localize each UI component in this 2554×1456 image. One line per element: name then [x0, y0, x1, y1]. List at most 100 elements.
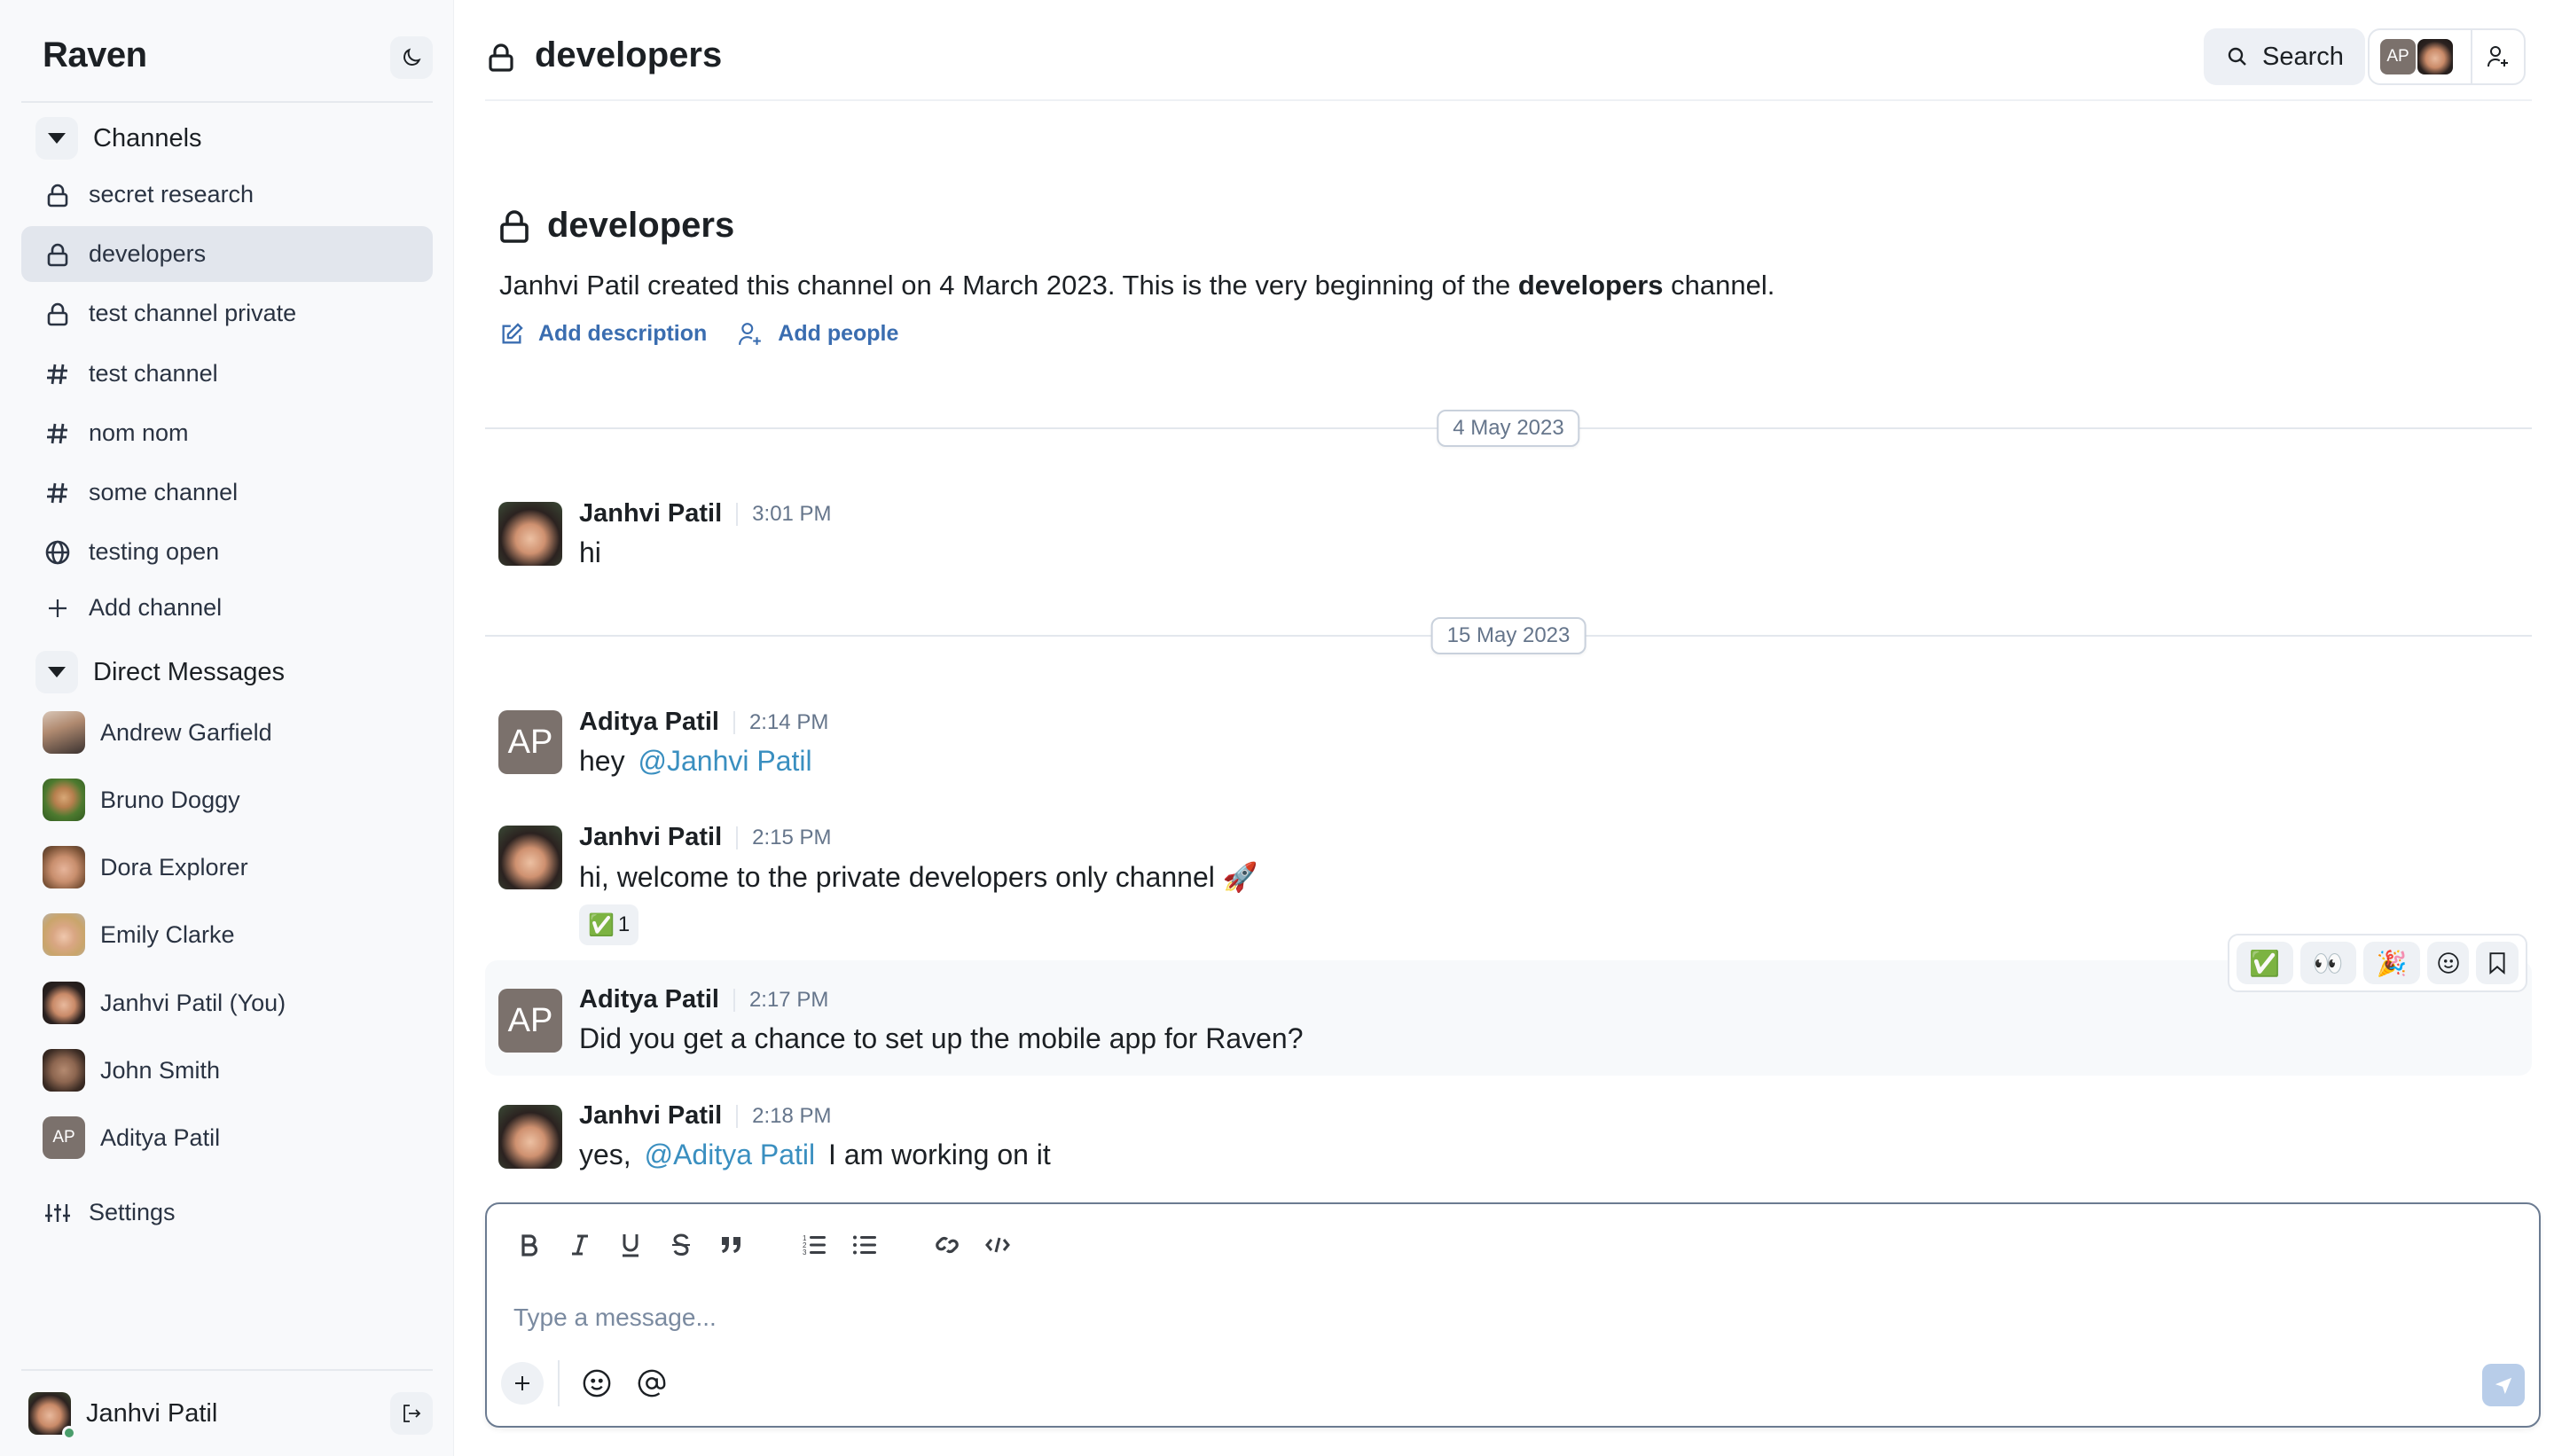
message-composer: 123 [485, 1202, 2541, 1428]
formatting-toolbar: 123 [512, 1227, 1030, 1263]
bold-button[interactable] [512, 1227, 547, 1263]
user-mention[interactable]: @Janhvi Patil [638, 745, 811, 777]
settings-label: Settings [89, 1199, 176, 1225]
message-text: Did you get a chance to set up the mobil… [579, 1022, 1304, 1054]
ordered-list-button[interactable]: 123 [796, 1227, 832, 1263]
send-icon [2495, 1377, 2512, 1395]
sender-name[interactable]: Janhvi Patil [579, 1101, 722, 1131]
sidebar-channel-some-channel[interactable]: some channel [21, 465, 433, 521]
globe-icon [44, 539, 71, 566]
sender-avatar[interactable] [498, 1105, 562, 1169]
date-label: 15 May 2023 [1430, 617, 1586, 654]
channels-section-header[interactable]: Channels [35, 117, 202, 160]
sender-name[interactable]: Janhvi Patil [579, 823, 722, 852]
strikethrough-button[interactable] [663, 1227, 699, 1263]
search-button[interactable]: Search [2204, 28, 2365, 85]
theme-toggle-button[interactable] [390, 36, 433, 79]
add-people-button[interactable]: Add people [737, 321, 898, 347]
dm-collapse-button[interactable] [35, 651, 78, 693]
underline-button[interactable] [613, 1227, 648, 1263]
channels-collapse-button[interactable] [35, 117, 78, 160]
bookmark-button[interactable] [2476, 942, 2519, 984]
sidebar-dm-andrew-garfield[interactable]: Andrew Garfield [43, 711, 272, 754]
sidebar-channel-testing-open[interactable]: testing open [21, 524, 433, 580]
sidebar-channel-developers[interactable]: developers [21, 226, 433, 282]
sidebar-channel-nom-nom[interactable]: nom nom [21, 405, 433, 461]
caret-down-icon [48, 667, 66, 677]
message-text: hi [579, 536, 601, 568]
app-title: Raven [43, 35, 147, 74]
logout-button[interactable] [390, 1392, 433, 1435]
current-user-avatar[interactable] [28, 1392, 76, 1440]
date-divider: 15 May 2023 [485, 617, 2532, 654]
search-icon [2228, 47, 2246, 66]
attach-button[interactable] [501, 1362, 544, 1405]
sidebar-dm-janhvi-patil[interactable]: Janhvi Patil (You) [43, 982, 286, 1024]
sender-avatar[interactable]: AP [498, 710, 562, 774]
dm-header-label: Direct Messages [93, 657, 285, 686]
svg-text:3: 3 [803, 1249, 807, 1256]
code-button[interactable] [980, 1227, 1015, 1263]
lock-icon [44, 182, 71, 208]
add-member-button[interactable] [2472, 30, 2524, 83]
sidebar-channel-secret-research[interactable]: secret research [21, 167, 433, 223]
message-input[interactable] [513, 1303, 2464, 1332]
sender-avatar[interactable] [498, 502, 562, 566]
message-header: Aditya Patil 2:14 PM [579, 708, 828, 737]
reaction-chip[interactable]: ✅ 1 [579, 904, 639, 945]
avatar [43, 779, 85, 821]
moon-icon [403, 48, 421, 66]
sender-name[interactable]: Janhvi Patil [579, 499, 722, 528]
settings-link[interactable]: Settings [21, 1185, 433, 1241]
sidebar-dm-aditya-patil[interactable]: AP Aditya Patil [43, 1116, 220, 1159]
dm-label: Andrew Garfield [100, 718, 272, 746]
add-description-button[interactable]: Add description [499, 321, 707, 347]
quote-button[interactable] [714, 1227, 749, 1263]
intro-channel-name: developers [547, 206, 735, 245]
sidebar-divider [21, 101, 433, 103]
sender-name[interactable]: Aditya Patil [579, 985, 719, 1014]
view-members-button[interactable]: AP [2370, 30, 2472, 83]
channel-intro-heading: developers [499, 206, 734, 246]
sidebar-dm-bruno-doggy[interactable]: Bruno Doggy [43, 779, 240, 821]
message-text: hey @Janhvi Patil [579, 745, 818, 778]
check-emoji-icon: ✅ [2249, 949, 2281, 977]
header-divider [485, 99, 2532, 101]
current-user-name: Janhvi Patil [86, 1398, 218, 1428]
emoji-button[interactable] [579, 1366, 615, 1401]
send-button[interactable] [2482, 1364, 2525, 1406]
quick-reaction-eyes[interactable]: 👀 [2299, 942, 2357, 984]
quick-reaction-check[interactable]: ✅ [2237, 942, 2293, 984]
hash-icon [44, 480, 71, 506]
dm-section-header[interactable]: Direct Messages [35, 651, 285, 693]
link-button[interactable] [929, 1227, 965, 1263]
member-avatar [2417, 39, 2453, 74]
message-item: Janhvi Patil 2:18 PM yes, @Aditya Patil … [485, 1100, 2532, 1188]
mention-button[interactable] [634, 1366, 670, 1401]
emoji-picker-button[interactable] [2426, 942, 2470, 984]
bookmark-icon [2489, 952, 2505, 975]
italic-button[interactable] [562, 1227, 598, 1263]
bullet-list-button[interactable] [847, 1227, 882, 1263]
message-time: 2:18 PM [752, 1103, 832, 1128]
sidebar-dm-emily-clarke[interactable]: Emily Clarke [43, 913, 235, 956]
sender-avatar[interactable] [498, 826, 562, 889]
sidebar-channel-test-channel[interactable]: test channel [21, 346, 433, 402]
sidebar-channel-test-channel-private[interactable]: test channel private [21, 286, 433, 341]
avatar [43, 982, 85, 1024]
sender-avatar[interactable]: AP [498, 989, 562, 1053]
search-label: Search [2262, 42, 2344, 71]
channel-label: test channel [89, 360, 218, 387]
sidebar-dm-dora-explorer[interactable]: Dora Explorer [43, 846, 248, 888]
quick-reaction-party[interactable]: 🎉 [2363, 942, 2420, 984]
sender-name[interactable]: Aditya Patil [579, 708, 719, 737]
dm-label: Emily Clarke [100, 920, 235, 948]
current-user: Janhvi Patil [28, 1385, 433, 1442]
bullet-list-icon [853, 1235, 876, 1255]
user-mention[interactable]: @Aditya Patil [645, 1139, 816, 1170]
message-text-part: yes, [579, 1139, 631, 1170]
eyes-emoji-icon: 👀 [2312, 949, 2344, 977]
sidebar-dm-john-smith[interactable]: John Smith [43, 1049, 220, 1092]
channels-header-label: Channels [93, 123, 202, 153]
add-channel-button[interactable]: Add channel [21, 580, 433, 636]
